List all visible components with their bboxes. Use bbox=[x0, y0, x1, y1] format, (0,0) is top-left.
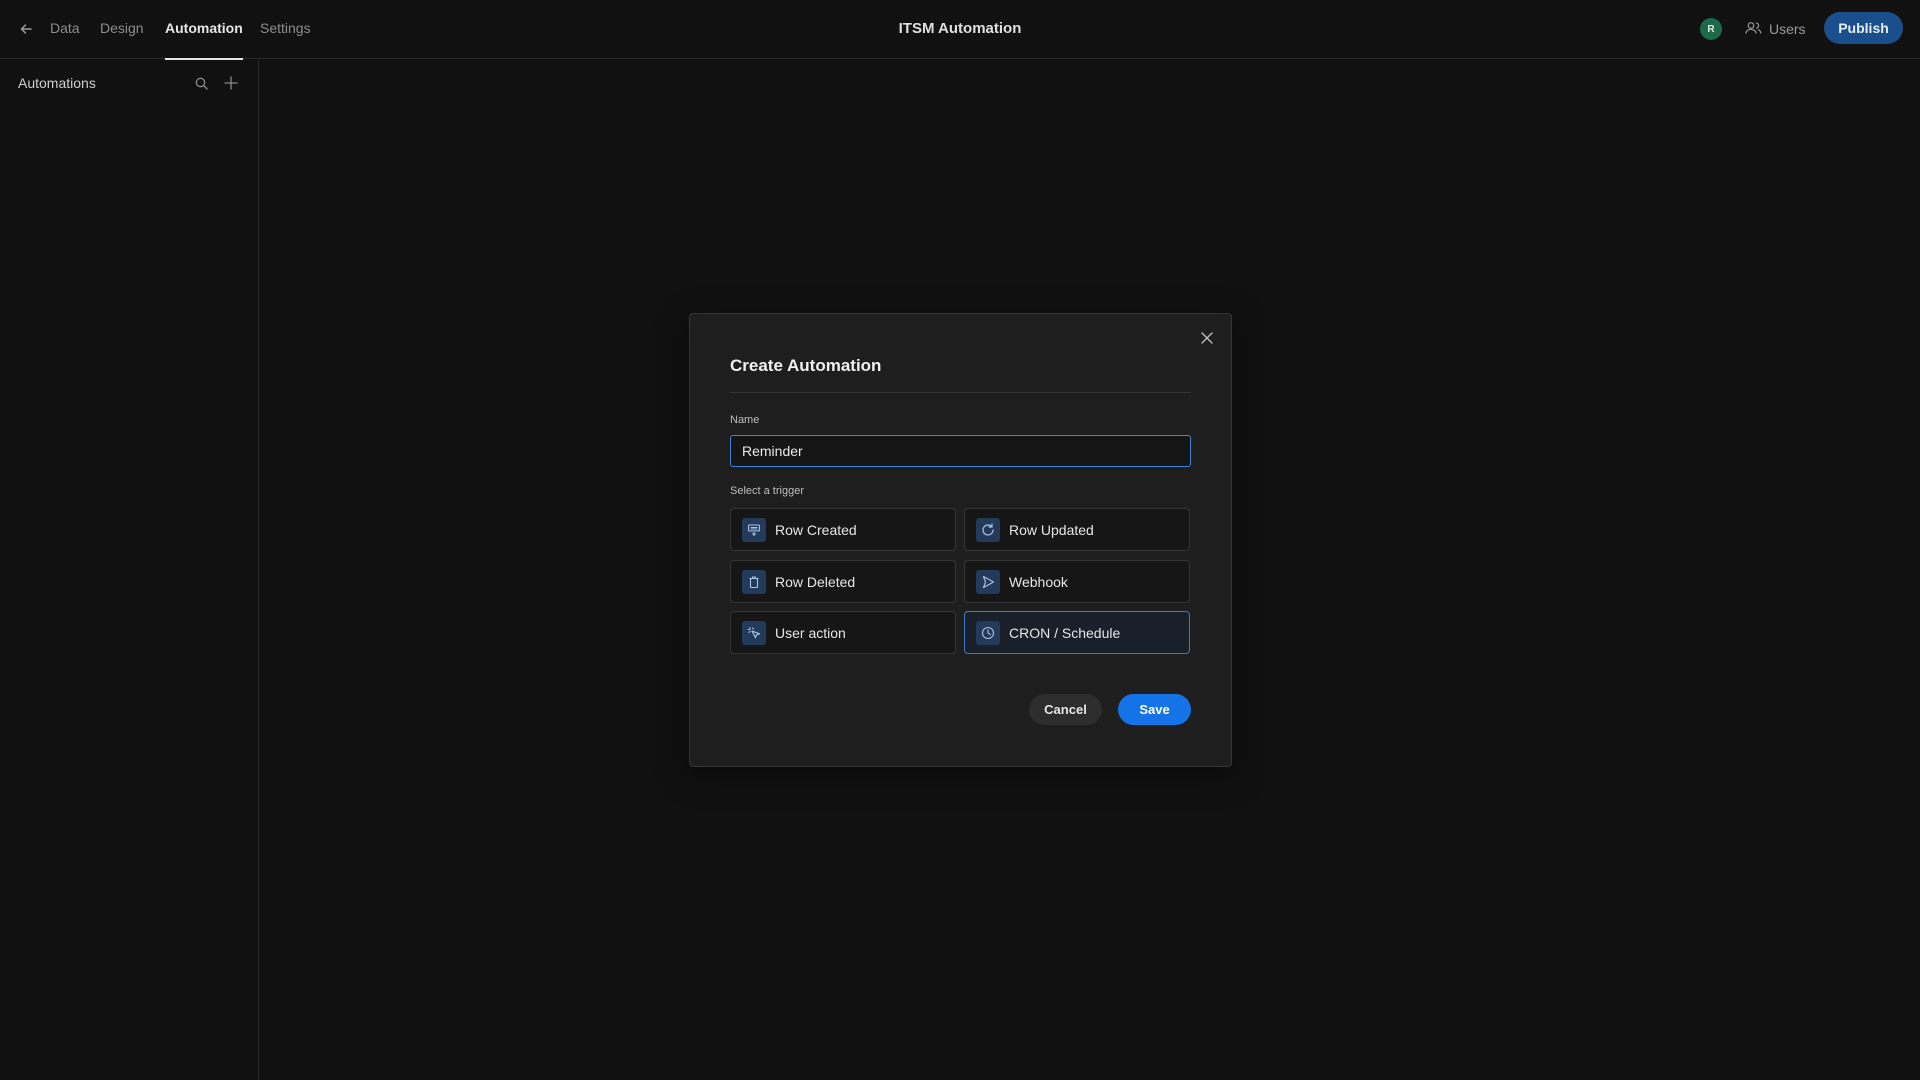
trigger-row-deleted[interactable]: Row Deleted bbox=[730, 560, 956, 603]
trigger-row-updated[interactable]: Row Updated bbox=[964, 508, 1190, 551]
trigger-label-row-updated: Row Updated bbox=[1009, 521, 1094, 538]
tab-automation[interactable]: Automation bbox=[165, 0, 243, 60]
create-automation-modal: Create Automation Name Select a trigger … bbox=[689, 313, 1232, 767]
cancel-button[interactable]: Cancel bbox=[1029, 694, 1102, 725]
publish-button[interactable]: Publish bbox=[1824, 12, 1903, 44]
search-icon[interactable] bbox=[191, 73, 211, 93]
cursor-click-icon bbox=[742, 620, 766, 645]
users-label: Users bbox=[1769, 21, 1806, 37]
sidebar-title: Automations bbox=[18, 75, 96, 91]
trash-icon bbox=[742, 569, 766, 594]
users-icon bbox=[1745, 21, 1762, 38]
tab-data[interactable]: Data bbox=[50, 0, 80, 59]
name-label: Name bbox=[730, 414, 760, 426]
trigger-label-row-created: Row Created bbox=[775, 521, 857, 538]
avatar[interactable]: R bbox=[1700, 18, 1722, 40]
tab-design[interactable]: Design bbox=[100, 0, 144, 59]
plus-icon[interactable] bbox=[221, 73, 241, 93]
trigger-label-user-action: User action bbox=[775, 624, 846, 641]
trigger-label-webhook: Webhook bbox=[1009, 573, 1068, 590]
clock-icon bbox=[976, 620, 1000, 645]
modal-title: Create Automation bbox=[730, 356, 882, 375]
trigger-label-row-deleted: Row Deleted bbox=[775, 573, 856, 590]
trigger-cron-schedule[interactable]: CRON / Schedule bbox=[964, 611, 1190, 654]
send-icon bbox=[976, 569, 1000, 594]
name-input[interactable] bbox=[730, 435, 1191, 467]
users-button[interactable]: Users bbox=[1745, 17, 1806, 41]
tab-settings[interactable]: Settings bbox=[260, 0, 311, 59]
trigger-label: Select a trigger bbox=[730, 485, 804, 497]
trigger-webhook[interactable]: Webhook bbox=[964, 560, 1190, 603]
trigger-label-cron-schedule: CRON / Schedule bbox=[1009, 624, 1121, 641]
refresh-icon bbox=[976, 517, 1000, 542]
save-button[interactable]: Save bbox=[1118, 694, 1191, 725]
divider bbox=[730, 392, 1191, 393]
sidebar: Automations bbox=[0, 60, 259, 1080]
row-created-icon bbox=[742, 517, 766, 542]
trigger-user-action[interactable]: User action bbox=[730, 611, 956, 654]
back-arrow-icon[interactable] bbox=[15, 18, 37, 40]
close-icon[interactable] bbox=[1197, 328, 1217, 348]
top-bar: Data Design Automation Settings ITSM Aut… bbox=[0, 0, 1920, 60]
trigger-row-created[interactable]: Row Created bbox=[730, 508, 956, 551]
